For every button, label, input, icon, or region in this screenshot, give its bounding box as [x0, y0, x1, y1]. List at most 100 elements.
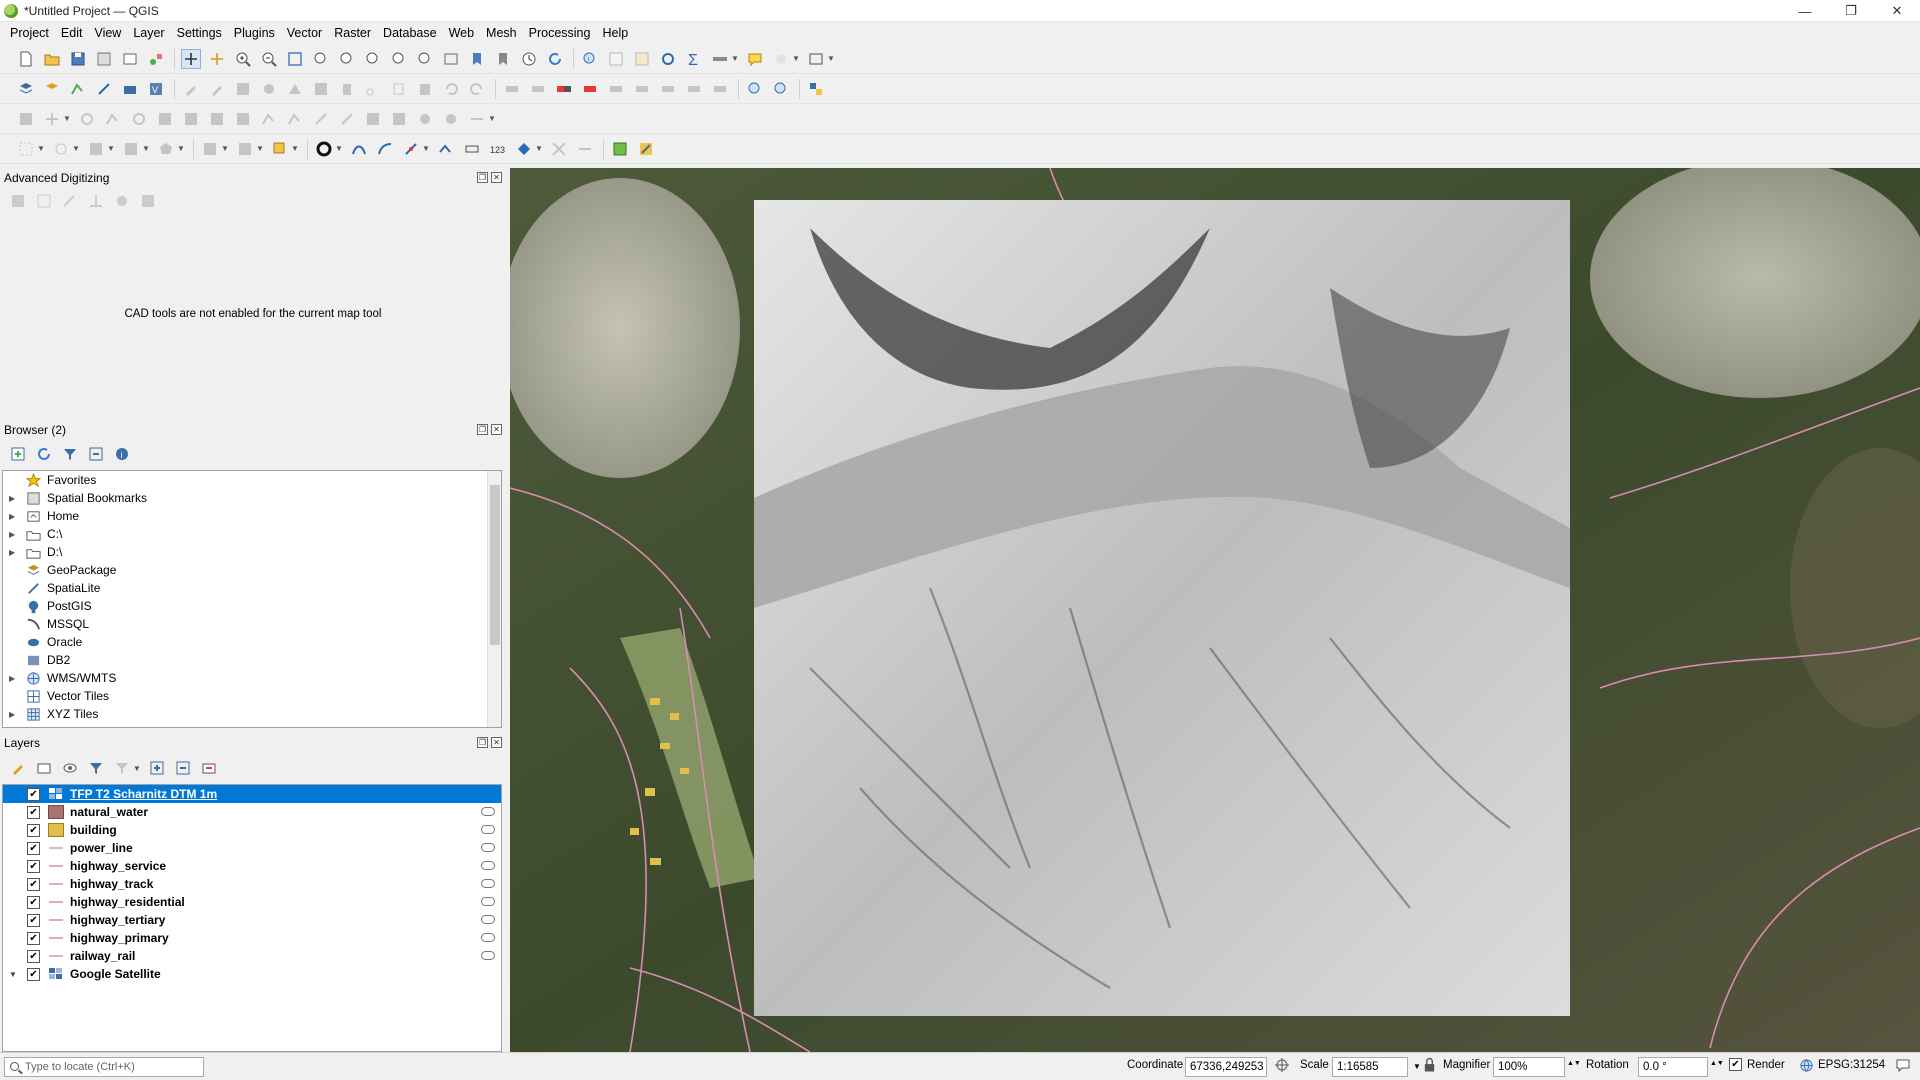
layer-visibility-checkbox[interactable]: ✔ — [27, 949, 40, 963]
expand-arrow-icon[interactable]: ▶ — [3, 530, 17, 539]
new-spatialite-icon[interactable] — [94, 79, 114, 99]
manage-map-themes-icon[interactable] — [60, 758, 80, 778]
layer-styling-icon[interactable] — [8, 758, 28, 778]
new-project-icon[interactable] — [16, 49, 36, 69]
close-panel-button[interactable]: ✕ — [491, 737, 502, 748]
label-tool-icon[interactable] — [502, 79, 522, 99]
pan-icon[interactable] — [181, 48, 201, 69]
show-bookmarks-icon[interactable] — [493, 49, 513, 69]
save-edits-icon[interactable] — [233, 79, 253, 99]
undo-icon[interactable] — [441, 79, 461, 99]
decorations-dropdown-icon[interactable]: ▼ — [827, 54, 835, 63]
rotation-field[interactable]: 0.0 ° — [1638, 1057, 1708, 1077]
layer-visibility-checkbox[interactable]: ✔ — [27, 913, 40, 927]
browser-item-wms-wmts[interactable]: ▶ WMS/WMTS — [3, 669, 501, 687]
filter-dropdown-icon[interactable]: ▼ — [133, 764, 141, 773]
undock-panel-button[interactable]: ❐ — [477, 424, 488, 435]
render-checkbox[interactable]: ✔ — [1729, 1058, 1742, 1071]
split-parts-icon[interactable] — [337, 109, 357, 129]
plugin-tool-icon[interactable] — [636, 139, 656, 159]
metasearch-icon[interactable] — [745, 79, 765, 99]
split-features-icon[interactable] — [311, 109, 331, 129]
menu-mesh[interactable]: Mesh — [480, 26, 523, 40]
browser-item-xyz-tiles[interactable]: ▶ XYZ Tiles — [3, 705, 501, 723]
menu-view[interactable]: View — [88, 26, 127, 40]
layer-visibility-checkbox[interactable]: ✔ — [27, 895, 40, 909]
layer-indicator-icon[interactable] — [481, 825, 495, 834]
layer-indicator-icon[interactable] — [481, 807, 495, 816]
expression-dropdown-icon[interactable]: ▼ — [291, 144, 299, 153]
select-dropdown-icon[interactable]: ▼ — [37, 144, 45, 153]
redo-icon[interactable] — [467, 79, 487, 99]
layer-row-highway-service[interactable]: ✔ highway_service — [3, 857, 501, 875]
current-edits-icon[interactable] — [181, 79, 201, 99]
browser-scrollbar-thumb[interactable] — [490, 485, 500, 645]
coordinate-field[interactable]: 67336,249253 — [1185, 1057, 1267, 1077]
scale-dependent-icon[interactable]: 123 — [488, 139, 508, 159]
menu-plugins[interactable]: Plugins — [228, 26, 281, 40]
statistics-icon[interactable]: Σ — [684, 49, 704, 69]
browser-item-mssql[interactable]: MSSQL — [3, 615, 501, 633]
layer-visibility-checkbox[interactable]: ✔ — [27, 877, 40, 891]
open-project-icon[interactable] — [42, 49, 62, 69]
merge-features-icon[interactable] — [363, 109, 383, 129]
move-feature-icon[interactable] — [42, 109, 62, 129]
refresh-icon[interactable] — [545, 49, 565, 69]
map-canvas[interactable] — [510, 168, 1920, 1052]
add-part-icon[interactable] — [155, 109, 175, 129]
toggle-editing-icon[interactable] — [207, 79, 227, 99]
magnifier-field[interactable]: 100% — [1493, 1057, 1565, 1077]
vertex-tool-icon[interactable] — [285, 79, 305, 99]
new-shapefile-icon[interactable] — [68, 79, 88, 99]
layer-row-power-line[interactable]: ✔ power_line — [3, 839, 501, 857]
rotate-feature-icon[interactable] — [77, 109, 97, 129]
tracing-icon[interactable] — [349, 139, 369, 159]
shape-dropdown-icon[interactable]: ▼ — [142, 144, 150, 153]
lock-scale-icon[interactable] — [1423, 1057, 1436, 1076]
filter-icon[interactable] — [60, 444, 80, 464]
paste-features-icon[interactable] — [415, 79, 435, 99]
zoom-out-icon[interactable] — [259, 49, 279, 69]
zoom-selection-icon[interactable] — [311, 49, 331, 69]
menu-vector[interactable]: Vector — [281, 26, 328, 40]
add-ring-icon[interactable] — [129, 109, 149, 129]
close-button[interactable]: ✕ — [1874, 0, 1920, 22]
snapping-icon[interactable] — [314, 139, 334, 159]
delete-ring-icon[interactable] — [207, 109, 227, 129]
magnifier-spin-icon[interactable]: ▲▼ — [1567, 1060, 1581, 1067]
text-annotation-icon[interactable] — [771, 49, 791, 69]
layer-visibility-checkbox[interactable]: ✔ — [27, 787, 40, 801]
label-show-hide-icon[interactable] — [580, 79, 600, 99]
scale-dropdown-icon[interactable]: ▼ — [1413, 1062, 1421, 1071]
data-source-manager-icon[interactable] — [16, 79, 36, 99]
map-tips-icon[interactable] — [745, 49, 765, 69]
cut-features-icon[interactable] — [363, 79, 383, 99]
expand-arrow-icon[interactable]: ▶ — [3, 710, 17, 719]
trim-extend-icon[interactable] — [467, 109, 487, 129]
avoid-overlap-icon[interactable] — [462, 139, 482, 159]
locator-search[interactable]: Type to locate (Ctrl+K) — [4, 1057, 204, 1077]
label-style-icon[interactable] — [710, 79, 730, 99]
print-layout-icon[interactable] — [120, 49, 140, 69]
layer-row-natural-water[interactable]: ✔ natural_water — [3, 803, 501, 821]
layer-row-highway-residential[interactable]: ✔ highway_residential — [3, 893, 501, 911]
reshape-icon[interactable] — [259, 109, 279, 129]
add-selected-layers-icon[interactable] — [8, 444, 28, 464]
new-map-view-icon[interactable] — [441, 49, 461, 69]
layer-indicator-icon[interactable] — [481, 897, 495, 906]
delete-selected-icon[interactable] — [337, 79, 357, 99]
temporal-controller-icon[interactable] — [519, 49, 539, 69]
expand-arrow-icon[interactable]: ▶ — [3, 674, 17, 683]
new-virtual-layer-icon[interactable]: V — [146, 79, 166, 99]
shape-digitizing-icon[interactable] — [121, 139, 141, 159]
select-features-icon[interactable] — [632, 49, 652, 69]
offset-curve-icon[interactable] — [285, 109, 305, 129]
style-manager-icon[interactable] — [146, 49, 166, 69]
zoom-next-icon[interactable] — [415, 49, 435, 69]
menu-edit[interactable]: Edit — [55, 26, 89, 40]
menu-layer[interactable]: Layer — [127, 26, 170, 40]
measure-dropdown-icon[interactable]: ▼ — [731, 54, 739, 63]
browser-item-home[interactable]: ▶ Home — [3, 507, 501, 525]
select-features-expression-icon[interactable] — [270, 139, 290, 159]
expand-arrow-icon[interactable]: ▶ — [3, 548, 17, 557]
